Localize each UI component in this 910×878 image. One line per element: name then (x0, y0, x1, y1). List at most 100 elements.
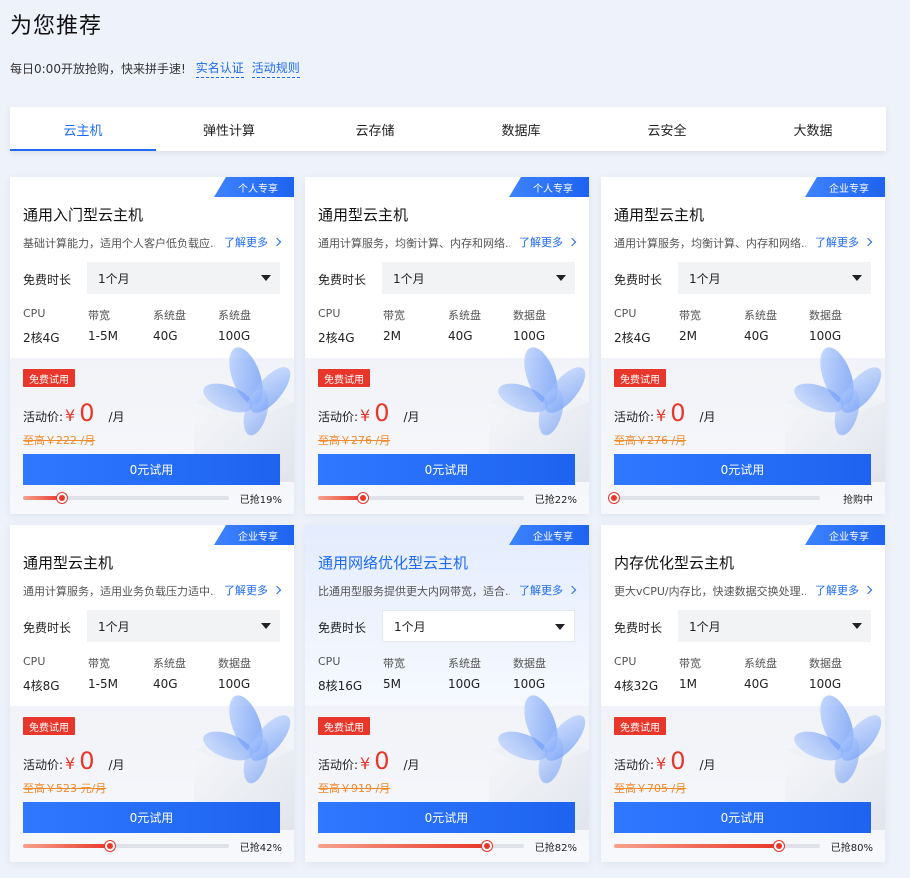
learn-more-label: 了解更多 (224, 584, 268, 597)
tab-big-data[interactable]: 大数据 (740, 107, 886, 151)
duration-value: 1个月 (689, 271, 721, 286)
free-trial-button[interactable]: 0元试用 (23, 454, 280, 485)
price-value: 0 (374, 747, 390, 775)
spec-header: 系统盘 (744, 309, 777, 322)
spec-value: 100G (218, 329, 251, 343)
duration-label: 免费时长 (614, 273, 663, 287)
spec-header: 数据盘 (809, 657, 842, 670)
original-price: 至高￥523 元/月 (23, 782, 107, 795)
price-value: 0 (79, 747, 95, 775)
free-trial-button[interactable]: 0元试用 (318, 802, 575, 833)
progress-text: 已抢82% (534, 843, 577, 854)
sales-progress-bar (23, 841, 229, 851)
free-trial-button[interactable]: 0元试用 (614, 454, 871, 485)
spec-header: CPU (23, 655, 46, 668)
realname-link[interactable]: 实名认证 (195, 59, 244, 78)
card-description: 通用计算服务，均衡计算、内存和网络... (318, 237, 510, 250)
tab-cloud-security[interactable]: 云安全 (594, 107, 740, 151)
duration-select[interactable]: 1个月 (678, 610, 871, 642)
page-title: 为您推荐 (10, 14, 103, 39)
spec-values: 4核8G 1-5M 40G 100G (23, 677, 283, 694)
fire-icon (609, 493, 619, 503)
free-trial-tag: 免费试用 (614, 717, 666, 735)
spec-value: 40G (744, 329, 769, 343)
learn-more-link[interactable]: 了解更多 (815, 582, 873, 598)
price-value: 0 (79, 399, 95, 427)
progress-text: 已抢22% (534, 495, 577, 506)
spec-header: 带宽 (88, 309, 110, 322)
spec-value: 2核4G (23, 331, 60, 345)
price-row: 活动价: ¥ 0 /月 (318, 747, 420, 775)
subtitle-row: 每日0:00开放抢购，快来拼手速! 实名认证 活动规则 (10, 59, 300, 78)
spec-headers: CPU 带宽 系统盘 系统盘 (23, 307, 283, 323)
card-description: 基础计算能力，适用个人客户低负载应... (23, 237, 215, 250)
learn-more-label: 了解更多 (224, 236, 268, 249)
learn-more-label: 了解更多 (815, 236, 859, 249)
tab-database[interactable]: 数据库 (448, 107, 594, 151)
learn-more-link[interactable]: 了解更多 (519, 582, 577, 598)
currency-symbol: ¥ (65, 754, 76, 773)
price-label: 活动价: (614, 410, 655, 424)
price-row: 活动价: ¥ 0 /月 (614, 747, 716, 775)
spec-header: 系统盘 (448, 657, 481, 670)
price-label: 活动价: (23, 410, 64, 424)
duration-select[interactable]: 1个月 (678, 262, 871, 294)
spec-value: 40G (153, 677, 178, 691)
corner-badge: 企业专享 (214, 525, 294, 545)
spec-value: 1-5M (88, 329, 118, 343)
caret-down-icon (261, 275, 271, 281)
duration-label: 免费时长 (318, 273, 367, 287)
learn-more-link[interactable]: 了解更多 (224, 582, 282, 598)
card-title: 通用入门型云主机 (23, 206, 144, 224)
spec-value: 2M (679, 329, 697, 343)
price-label: 活动价: (23, 758, 64, 772)
tab-cloud-storage[interactable]: 云存储 (302, 107, 448, 151)
learn-more-label: 了解更多 (519, 584, 563, 597)
tab-elastic-compute[interactable]: 弹性计算 (156, 107, 302, 151)
sales-progress-bar (609, 493, 820, 503)
fire-icon (481, 841, 492, 851)
duration-label: 免费时长 (23, 621, 72, 635)
spec-value: 2核4G (318, 331, 355, 345)
duration-select[interactable]: 1个月 (382, 610, 575, 642)
duration-label: 免费时长 (23, 273, 72, 287)
duration-select[interactable]: 1个月 (87, 610, 280, 642)
free-trial-button[interactable]: 0元试用 (23, 802, 280, 833)
corner-badge: 个人专享 (509, 177, 589, 197)
spec-value: 40G (153, 329, 178, 343)
free-trial-tag: 免费试用 (23, 369, 75, 387)
chevron-right-icon (567, 237, 577, 247)
card-title: 通用型云主机 (614, 206, 705, 224)
original-price: 至高￥919 /月 (318, 782, 391, 795)
spec-header: 带宽 (383, 657, 405, 670)
learn-more-link[interactable]: 了解更多 (815, 234, 873, 250)
spec-values: 8核16G 5M 100G 100G (318, 677, 578, 694)
fire-icon (773, 841, 784, 851)
learn-more-link[interactable]: 了解更多 (519, 234, 577, 250)
chevron-right-icon (272, 237, 282, 247)
duration-value: 1个月 (98, 619, 130, 634)
price-unit: /月 (699, 758, 716, 772)
currency-symbol: ¥ (656, 754, 667, 773)
card-description: 通用计算服务，适用业务负载压力适中... (23, 585, 215, 598)
price-unit: /月 (699, 410, 716, 424)
spec-header: 带宽 (88, 657, 110, 670)
spec-value: 2M (383, 329, 401, 343)
price-unit: /月 (108, 758, 125, 772)
spec-header: 带宽 (679, 657, 701, 670)
free-trial-button[interactable]: 0元试用 (318, 454, 575, 485)
free-trial-button[interactable]: 0元试用 (614, 802, 871, 833)
rules-link[interactable]: 活动规则 (251, 59, 300, 78)
learn-more-link[interactable]: 了解更多 (224, 234, 282, 250)
corner-badge: 企业专享 (509, 525, 589, 545)
spec-header: CPU (318, 655, 341, 668)
tab-cloud-host[interactable]: 云主机 (10, 107, 156, 151)
duration-select[interactable]: 1个月 (87, 262, 280, 294)
free-trial-tag: 免费试用 (614, 369, 666, 387)
duration-select[interactable]: 1个月 (382, 262, 575, 294)
price-label: 活动价: (318, 758, 359, 772)
learn-more-label: 了解更多 (815, 584, 859, 597)
spec-value: 40G (744, 677, 769, 691)
price-unit: /月 (403, 410, 420, 424)
spec-header: 系统盘 (744, 657, 777, 670)
